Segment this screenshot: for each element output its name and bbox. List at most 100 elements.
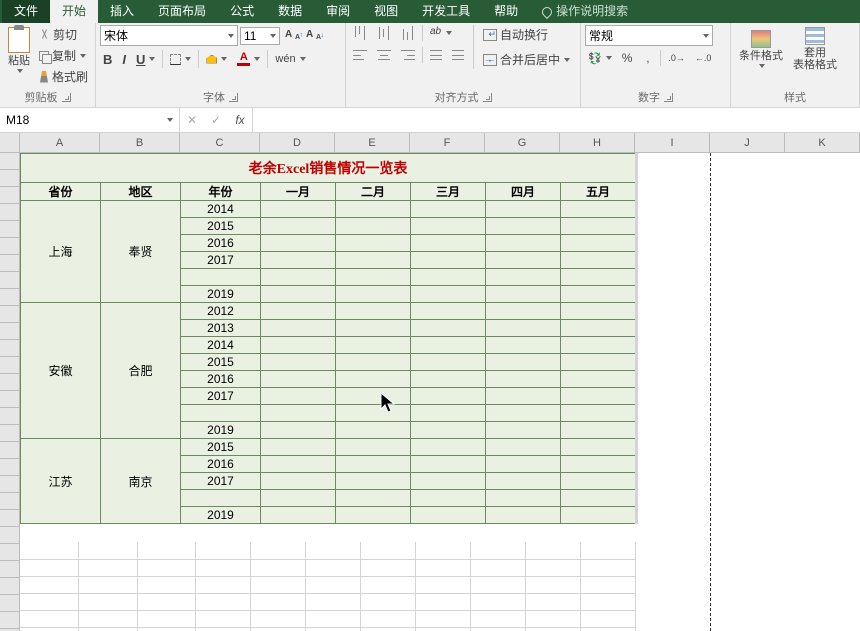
empty-cell[interactable]: [137, 610, 196, 627]
empty-cell[interactable]: [637, 353, 638, 370]
empty-cell[interactable]: [78, 593, 137, 610]
empty-cell[interactable]: [416, 593, 471, 610]
wrap-text-button[interactable]: 自动换行: [480, 25, 573, 44]
month-cell[interactable]: [261, 235, 336, 252]
row-header[interactable]: [0, 238, 20, 255]
empty-cell[interactable]: [471, 576, 526, 593]
orientation-button[interactable]: ab: [427, 26, 455, 40]
insert-function-button[interactable]: fx: [228, 108, 252, 133]
month-cell[interactable]: [411, 303, 486, 320]
month-cell[interactable]: [486, 439, 561, 456]
month-cell[interactable]: [561, 337, 636, 354]
empty-cell[interactable]: [637, 234, 638, 251]
month-cell[interactable]: [336, 456, 411, 473]
month-cell[interactable]: [261, 473, 336, 490]
empty-cell[interactable]: [251, 542, 306, 559]
province-cell[interactable]: 安徽: [21, 303, 101, 439]
empty-cell[interactable]: [20, 593, 78, 610]
month-cell[interactable]: [486, 320, 561, 337]
dialog-launcher-icon[interactable]: [664, 93, 673, 102]
month-cell[interactable]: [561, 439, 636, 456]
empty-cell[interactable]: [361, 559, 416, 576]
col-header-G[interactable]: G: [485, 133, 560, 153]
month-cell[interactable]: [561, 422, 636, 439]
month-cell[interactable]: [336, 218, 411, 235]
month-cell[interactable]: [486, 473, 561, 490]
province-cell[interactable]: 上海: [21, 201, 101, 303]
month-cell[interactable]: [486, 303, 561, 320]
empty-cell[interactable]: [416, 542, 471, 559]
empty-cell[interactable]: [306, 627, 361, 631]
empty-cell[interactable]: [78, 610, 137, 627]
empty-cell[interactable]: [637, 153, 638, 182]
month-cell[interactable]: [261, 507, 336, 524]
row-header[interactable]: [0, 391, 20, 408]
month-cell[interactable]: [411, 371, 486, 388]
tab-data[interactable]: 数据: [266, 0, 314, 23]
row-header[interactable]: [0, 544, 20, 561]
month-cell[interactable]: [411, 354, 486, 371]
font-name-select[interactable]: 宋体: [100, 25, 238, 46]
tab-help[interactable]: 帮助: [482, 0, 530, 23]
row-header[interactable]: [0, 493, 20, 510]
month-cell[interactable]: [411, 490, 486, 507]
row-header[interactable]: [0, 595, 20, 612]
table-header[interactable]: 四月: [486, 183, 561, 201]
month-cell[interactable]: [411, 422, 486, 439]
month-cell[interactable]: [261, 218, 336, 235]
cut-button[interactable]: 剪切: [36, 25, 91, 44]
row-header[interactable]: [0, 425, 20, 442]
month-cell[interactable]: [261, 388, 336, 405]
month-cell[interactable]: [336, 473, 411, 490]
col-header-C[interactable]: C: [180, 133, 260, 153]
month-cell[interactable]: [336, 201, 411, 218]
month-cell[interactable]: [486, 235, 561, 252]
row-header[interactable]: [0, 459, 20, 476]
month-cell[interactable]: [561, 405, 636, 422]
year-cell[interactable]: 2016: [181, 235, 261, 252]
month-cell[interactable]: [261, 320, 336, 337]
font-color-button[interactable]: A: [234, 51, 263, 67]
month-cell[interactable]: [486, 218, 561, 235]
month-cell[interactable]: [561, 473, 636, 490]
paste-button[interactable]: 粘贴: [4, 25, 34, 75]
row-header[interactable]: [0, 272, 20, 289]
row-header[interactable]: [0, 476, 20, 493]
month-cell[interactable]: [486, 337, 561, 354]
month-cell[interactable]: [261, 337, 336, 354]
border-button[interactable]: [167, 53, 194, 66]
row-header[interactable]: [0, 323, 20, 340]
percent-button[interactable]: %: [619, 50, 636, 66]
empty-cell[interactable]: [637, 370, 638, 387]
month-cell[interactable]: [411, 388, 486, 405]
province-cell[interactable]: 江苏: [21, 439, 101, 524]
month-cell[interactable]: [486, 252, 561, 269]
month-cell[interactable]: [561, 371, 636, 388]
year-cell[interactable]: 2017: [181, 388, 261, 405]
month-cell[interactable]: [486, 490, 561, 507]
tab-developer[interactable]: 开发工具: [410, 0, 482, 23]
month-cell[interactable]: [561, 218, 636, 235]
empty-cell[interactable]: [637, 404, 638, 421]
month-cell[interactable]: [411, 218, 486, 235]
empty-cell[interactable]: [580, 610, 635, 627]
align-right-button[interactable]: [398, 49, 418, 61]
area-cell[interactable]: 南京: [101, 439, 181, 524]
align-top-button[interactable]: [350, 27, 370, 39]
empty-cell[interactable]: [637, 251, 638, 268]
month-cell[interactable]: [336, 235, 411, 252]
row-header[interactable]: [0, 306, 20, 323]
empty-cell[interactable]: [637, 438, 638, 455]
empty-cell[interactable]: [196, 576, 251, 593]
empty-cell[interactable]: [580, 627, 635, 631]
empty-cell[interactable]: [637, 268, 638, 285]
year-cell[interactable]: 2019: [181, 286, 261, 303]
year-cell[interactable]: [181, 405, 261, 422]
month-cell[interactable]: [561, 201, 636, 218]
decrease-indent-button[interactable]: [427, 49, 445, 61]
empty-cell[interactable]: [306, 576, 361, 593]
row-header[interactable]: [0, 153, 20, 170]
row-header[interactable]: [0, 255, 20, 272]
month-cell[interactable]: [411, 235, 486, 252]
empty-cell[interactable]: [416, 627, 471, 631]
